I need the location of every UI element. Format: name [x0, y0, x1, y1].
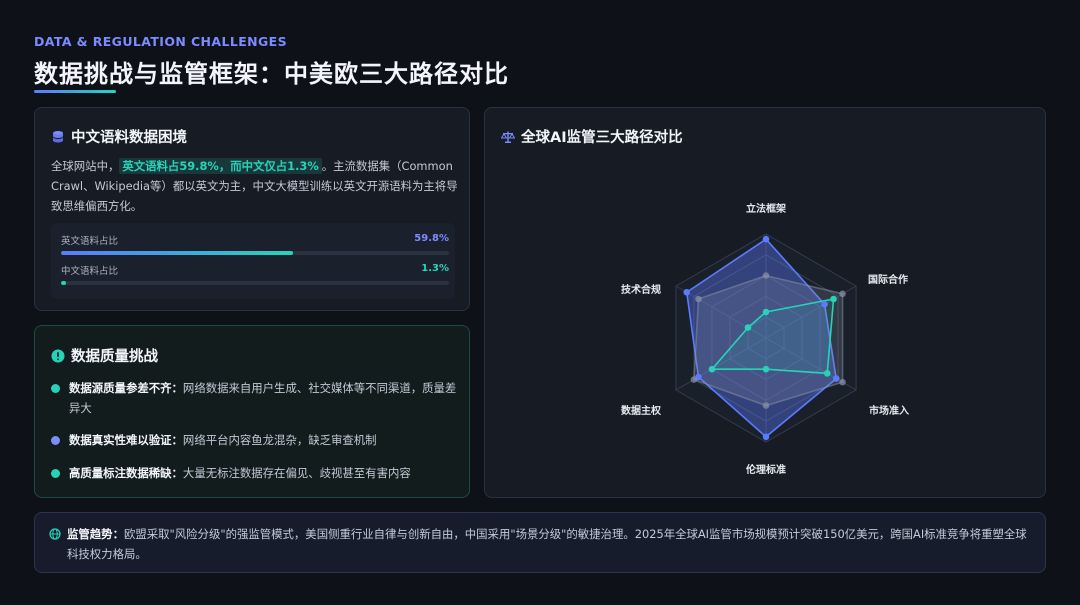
bullet-dot-icon — [51, 469, 60, 478]
quality-item-bold: 数据源质量参差不齐： — [69, 381, 183, 395]
radar-point — [708, 365, 716, 373]
radar-point — [762, 272, 770, 279]
quality-panel-header: 数据质量挑战 — [51, 345, 158, 366]
radar-axis-label: 数据主权 — [621, 404, 662, 417]
radar-point — [821, 300, 828, 308]
radar-point — [832, 375, 840, 382]
quality-item: 数据源质量参差不齐：网络数据来自用户生成、社交媒体等不同渠道，质量差异大 — [51, 378, 461, 418]
radar-chart: 立法框架国际合作市场准入伦理标准 数据主权 技术合规 — [621, 202, 909, 476]
english-share-label: 英文语料占比 — [61, 236, 119, 247]
radar-axis-label: 市场准入 — [869, 404, 909, 417]
bullet-dot-icon — [51, 384, 60, 393]
english-share-row: 英文语料占比 59.8% — [61, 233, 449, 255]
radar-point — [683, 288, 691, 296]
chinese-share-track — [61, 281, 449, 285]
warning-circle-icon — [51, 349, 65, 362]
radar-axis-label: 技术合规 — [621, 283, 661, 296]
radar-point — [839, 378, 846, 386]
radar-point — [823, 370, 831, 377]
radar-axis-label: 国际合作 — [868, 273, 908, 286]
corpus-desc-prefix: 全球网站中， — [51, 159, 120, 173]
header-eyebrow: DATA & REGULATION CHALLENGES — [34, 34, 288, 49]
quality-item: 高质量标注数据稀缺：大量无标注数据存在偏见、歧视甚至有害内容 — [51, 463, 461, 483]
radar-point — [762, 365, 770, 373]
radar-point — [762, 433, 770, 441]
title-underline — [34, 90, 116, 93]
database-icon — [53, 130, 63, 142]
quality-item-bold: 高质量标注数据稀缺： — [69, 466, 183, 480]
radar-axis-label: 伦理标准 — [746, 463, 786, 476]
quality-item: 数据真实性难以验证：网络平台内容鱼龙混杂，缺乏审查机制 — [51, 430, 461, 450]
radar-point — [762, 402, 770, 409]
chinese-share-fill — [61, 281, 67, 285]
trend-body: 欧盟采取"风险分级"的强监管模式，美国侧重行业自律与创新自由，中国采用"场景分级… — [67, 527, 1027, 561]
quality-panel: 数据质量挑战 数据源质量参差不齐：网络数据来自用户生成、社交媒体等不同渠道，质量… — [34, 325, 470, 498]
quality-item-bold: 数据真实性难以验证： — [69, 433, 183, 447]
radar-point — [695, 295, 702, 303]
radar-point — [839, 290, 846, 298]
radar-point — [830, 295, 837, 303]
quality-title: 数据质量挑战 — [71, 349, 158, 365]
corpus-desc-highlight: 英文语料占59.8%，而中文仅占1.3% — [119, 158, 322, 174]
quality-item-text: 网络平台内容鱼龙混杂，缺乏审查机制 — [182, 433, 377, 447]
english-share-track — [61, 251, 449, 255]
corpus-title: 中文语料数据困境 — [71, 130, 187, 146]
trend-text: 监管趋势：欧盟采取"风险分级"的强监管模式，美国侧重行业自律与创新自由，中国采用… — [67, 524, 1037, 564]
quality-item-text: 大量无标注数据存在偏见、歧视甚至有害内容 — [182, 466, 411, 480]
globe-icon — [49, 528, 61, 540]
english-share-fill — [61, 251, 294, 255]
chinese-share-row: 中文语料占比 1.3% — [61, 263, 449, 285]
english-share-value: 59.8% — [414, 233, 449, 244]
radar-point — [762, 235, 770, 243]
radar-point — [690, 376, 698, 383]
chinese-share-value: 1.3% — [421, 263, 449, 274]
radar-panel: 全球AI监管三大路径对比 立法框架 国际合作 市场准入 伦理标准 数据主权 技术合规 — [484, 107, 1046, 498]
corpus-share-bars: 英文语料占比 59.8% 中文语料占比 1.3% — [51, 223, 455, 299]
page-title: 数据挑战与监管框架：中美欧三大路径对比 — [34, 60, 509, 88]
radar-point — [762, 308, 770, 316]
trend-panel: 监管趋势：欧盟采取"风险分级"的强监管模式，美国侧重行业自律与创新自由，中国采用… — [34, 512, 1046, 573]
quality-list: 数据源质量参差不齐：网络数据来自用户生成、社交媒体等不同渠道，质量差异大 数据真… — [51, 378, 461, 496]
corpus-panel-header: 中文语料数据困境 — [51, 126, 187, 147]
bullet-dot-icon — [51, 436, 60, 445]
corpus-description: 全球网站中， 英文语料占59.8%，而中文仅占1.3% 。主流数据集（Common … — [51, 156, 461, 216]
corpus-panel: 中文语料数据困境 全球网站中， 英文语料占59.8%，而中文仅占1.3% 。主流数据… — [34, 107, 470, 311]
chinese-share-label: 中文语料占比 — [61, 266, 119, 277]
radar-point — [744, 324, 752, 331]
radar-axis-label: 立法框架 — [746, 202, 786, 215]
trend-bold: 监管趋势： — [67, 527, 124, 541]
